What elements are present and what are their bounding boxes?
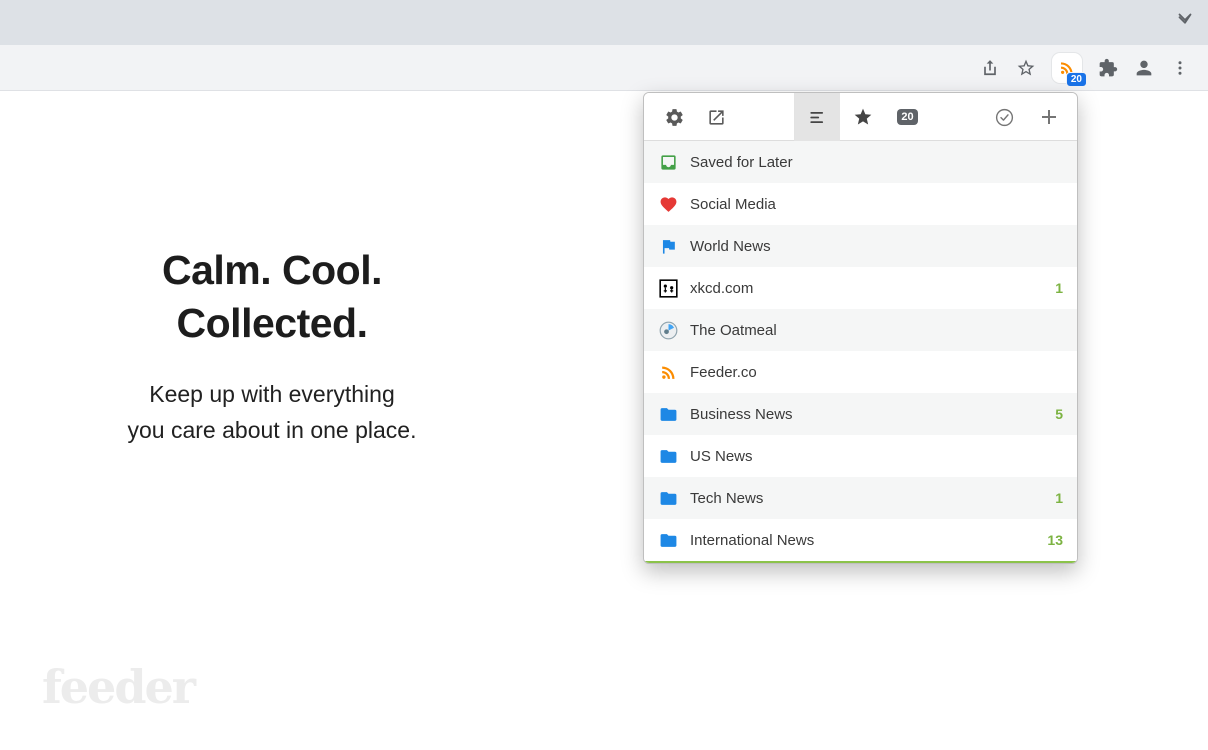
feed-label: xkcd.com [690,280,1055,297]
feed-unread-count: 13 [1047,532,1063,548]
folder-row-tech-news[interactable]: Tech News 1 [644,477,1077,519]
browser-toolbar: 20 [0,45,1208,91]
popup-toolbar: 20 [644,93,1077,141]
list-view-button[interactable] [795,93,840,141]
hero-section: Calm. Cool.Collected. Keep up with every… [57,244,487,448]
browser-menu-icon[interactable] [1162,50,1198,86]
folder-row-international-news[interactable]: International News 13 [644,519,1077,561]
feed-label: Business News [690,406,1055,423]
chevron-down-icon[interactable] [1174,9,1196,36]
settings-gear-icon[interactable] [654,93,694,141]
share-button[interactable] [972,50,1008,86]
unread-count-badge: 20 [1066,72,1087,87]
feed-unread-count: 5 [1055,406,1063,422]
page-subtitle: Keep up with everythingyou care about in… [57,376,487,448]
feed-row-xkcd[interactable]: xkcd.com 1 [644,267,1077,309]
oatmeal-favicon [658,320,678,340]
open-in-new-tab-icon[interactable] [696,93,736,141]
unread-count-chip: 20 [897,109,917,125]
folder-icon [658,530,678,550]
view-switcher: 20 [794,93,930,141]
feed-unread-count: 1 [1055,490,1063,506]
feed-label: Social Media [690,196,1063,213]
feed-row-saved-for-later[interactable]: Saved for Later [644,141,1077,183]
folder-icon [658,446,678,466]
feed-label: The Oatmeal [690,322,1063,339]
unread-view-button[interactable]: 20 [885,93,930,141]
feed-row-social-media[interactable]: Social Media [644,183,1077,225]
browser-titlebar [0,0,1208,45]
rss-icon [658,362,678,382]
feed-label: Feeder.co [690,364,1063,381]
page-title: Calm. Cool.Collected. [57,244,487,350]
heart-icon [658,194,678,214]
starred-view-button[interactable] [840,93,885,141]
folder-icon [658,488,678,508]
xkcd-favicon [658,278,678,298]
feed-label: Saved for Later [690,154,1063,171]
feed-label: US News [690,448,1063,465]
folder-icon [658,404,678,424]
feed-label: Tech News [690,490,1055,507]
feed-label: World News [690,238,1063,255]
feeder-extension-icon[interactable]: 20 [1052,53,1082,83]
feed-list: Saved for Later Social Media World News [644,141,1077,563]
folder-row-us-news[interactable]: US News [644,435,1077,477]
feeder-logo: feeder [42,660,194,714]
browser-window: 20 Calm. Cool.Collected. Keep up with ev… [0,0,1208,750]
feed-row-world-news[interactable]: World News [644,225,1077,267]
feed-row-the-oatmeal[interactable]: The Oatmeal [644,309,1077,351]
extensions-puzzle-icon[interactable] [1090,50,1126,86]
inbox-icon [658,152,678,172]
add-feed-button[interactable] [1029,93,1069,141]
feeder-extension-popup: 20 Saved for Later S [643,92,1078,564]
feed-unread-count: 1 [1055,280,1063,296]
feed-label: International News [690,532,1047,549]
mark-all-read-icon[interactable] [984,93,1024,141]
feed-row-feeder-co[interactable]: Feeder.co [644,351,1077,393]
profile-avatar-icon[interactable] [1126,50,1162,86]
folder-row-business-news[interactable]: Business News 5 [644,393,1077,435]
flag-icon [658,236,678,256]
bookmark-star-icon[interactable] [1008,50,1044,86]
